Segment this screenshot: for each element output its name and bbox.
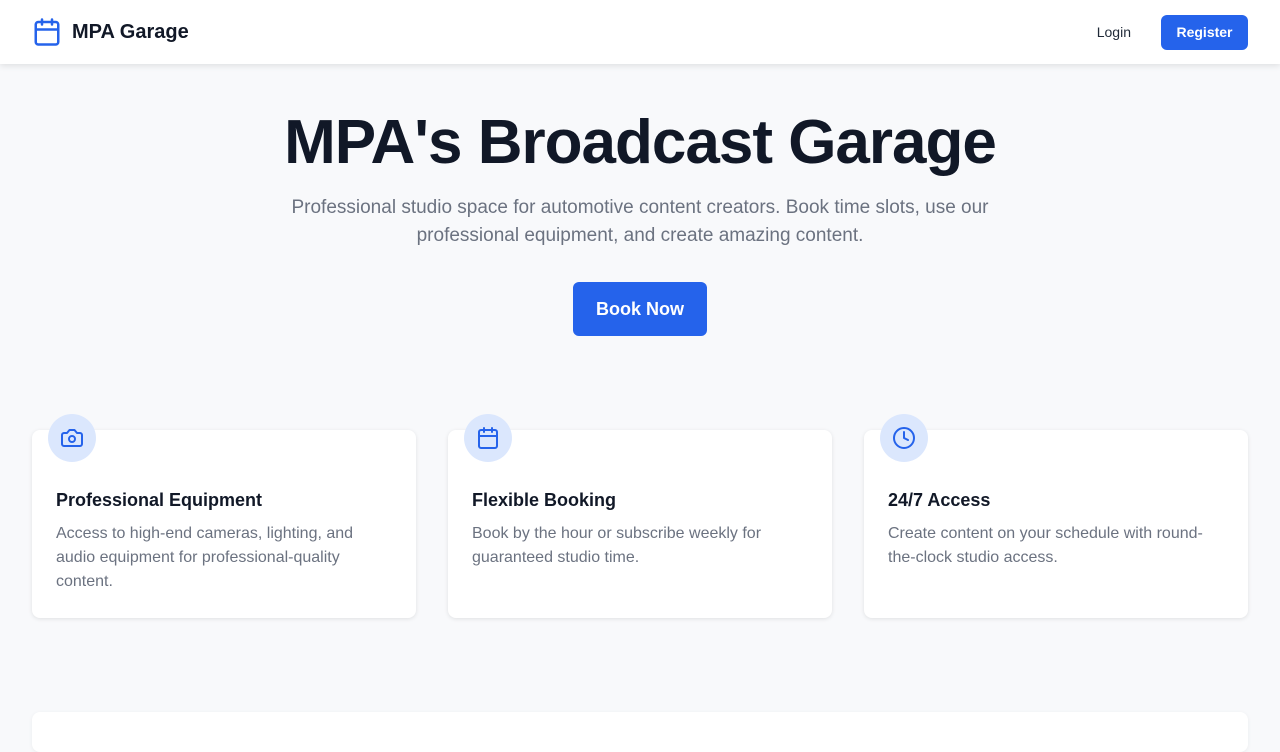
next-section-panel — [32, 712, 1248, 752]
register-button[interactable]: Register — [1161, 14, 1248, 50]
hero-title: MPA's Broadcast Garage — [284, 108, 997, 177]
hero-section: MPA's Broadcast Garage Professional stud… — [0, 64, 1280, 336]
features-section: Professional Equipment Access to high-en… — [32, 414, 1248, 618]
brand[interactable]: MPA Garage — [32, 17, 189, 47]
feature-title: 24/7 Access — [888, 490, 991, 510]
feature-card-access: 24/7 Access Create content on your sched… — [864, 414, 1248, 618]
feature-title: Professional Equipment — [56, 490, 263, 510]
feature-description: Access to high-end cameras, lighting, an… — [56, 525, 354, 590]
nav-actions: Login Register — [1097, 14, 1248, 50]
feature-description: Create content on your schedule with rou… — [888, 525, 1203, 566]
login-button[interactable]: Login — [1097, 24, 1131, 40]
book-now-button[interactable]: Book Now — [573, 282, 707, 336]
calendar-icon — [32, 17, 62, 47]
feature-card-booking: Flexible Booking Book by the hour or sub… — [448, 414, 832, 618]
calendar-icon — [464, 414, 512, 462]
feature-card-equipment: Professional Equipment Access to high-en… — [32, 414, 416, 618]
camera-icon — [48, 414, 96, 462]
clock-icon — [880, 414, 928, 462]
navbar: MPA Garage Login Register — [0, 0, 1280, 64]
hero-subtitle: Professional studio space for automotive… — [291, 197, 989, 246]
feature-title: Flexible Booking — [472, 490, 617, 510]
brand-name: MPA Garage — [72, 20, 189, 43]
feature-description: Book by the hour or subscribe weekly for… — [472, 525, 762, 566]
